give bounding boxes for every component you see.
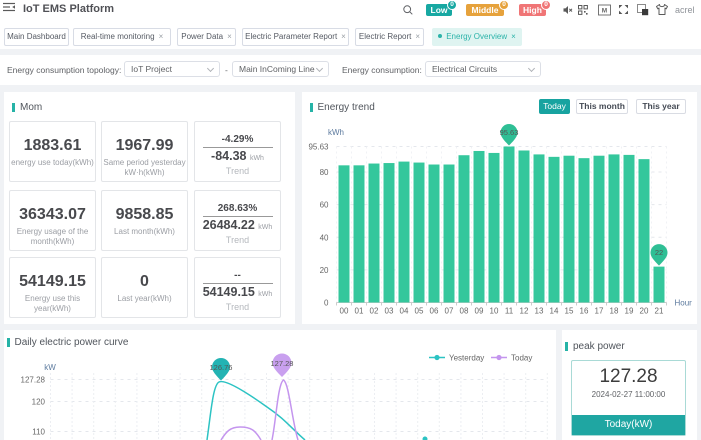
svg-text:127.28: 127.28 (21, 376, 46, 385)
svg-text:02: 02 (370, 307, 379, 316)
svg-text:20: 20 (320, 266, 329, 275)
svg-text:Hour: Hour (675, 299, 693, 308)
svg-text:07: 07 (445, 307, 454, 316)
svg-text:21: 21 (655, 307, 664, 316)
svg-text:03: 03 (385, 307, 394, 316)
svg-text:0: 0 (324, 299, 329, 308)
svg-text:09: 09 (475, 307, 484, 316)
svg-text:05: 05 (415, 307, 424, 316)
svg-text:95.63: 95.63 (500, 128, 519, 137)
svg-text:80: 80 (320, 168, 329, 177)
svg-text:16: 16 (580, 307, 589, 316)
svg-text:19: 19 (625, 307, 634, 316)
svg-text:04: 04 (400, 307, 409, 316)
svg-text:14: 14 (550, 307, 559, 316)
svg-text:Yesterday: Yesterday (449, 354, 484, 363)
svg-text:13: 13 (535, 307, 544, 316)
svg-text:110: 110 (32, 428, 45, 437)
svg-text:kWh: kWh (328, 128, 344, 137)
svg-text:95.63: 95.63 (308, 143, 329, 152)
svg-text:20: 20 (640, 307, 649, 316)
svg-text:01: 01 (355, 307, 364, 316)
svg-text:15: 15 (565, 307, 574, 316)
svg-text:60: 60 (320, 201, 329, 210)
svg-text:kW: kW (44, 363, 56, 372)
svg-text:10: 10 (490, 307, 499, 316)
svg-text:40: 40 (320, 233, 329, 242)
svg-text:18: 18 (610, 307, 619, 316)
svg-text:11: 11 (505, 307, 514, 316)
svg-text:M: M (602, 8, 607, 15)
svg-text:08: 08 (460, 307, 469, 316)
svg-text:22: 22 (655, 248, 663, 257)
svg-text:06: 06 (430, 307, 439, 316)
svg-text:17: 17 (595, 307, 604, 316)
svg-text:12: 12 (520, 307, 529, 316)
svg-text:00: 00 (340, 307, 349, 316)
svg-text:Today: Today (511, 354, 532, 363)
svg-text:126.76: 126.76 (210, 363, 233, 372)
svg-text:127.28: 127.28 (271, 359, 294, 368)
svg-text:120: 120 (32, 398, 46, 407)
